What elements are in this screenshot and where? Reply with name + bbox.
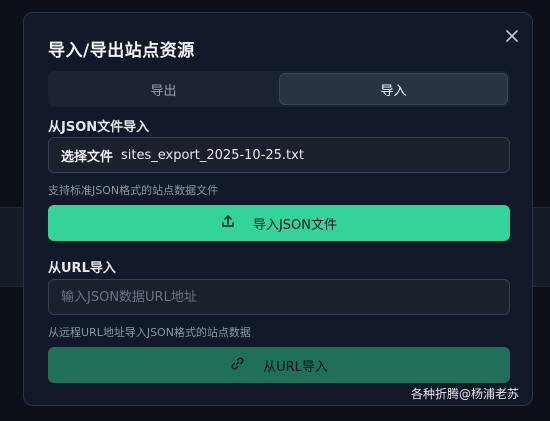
close-icon <box>506 27 518 46</box>
dialog-title: 导入/导出站点资源 <box>48 41 195 61</box>
import-url-label: 从URL导入 <box>263 359 328 375</box>
close-button[interactable] <box>502 26 522 46</box>
selected-file-name: sites_export_2025-10-25.txt <box>121 147 304 163</box>
import-json-label: 导入JSON文件 <box>252 217 338 233</box>
json-section-label: 从JSON文件导入 <box>48 120 150 135</box>
watermark: 各种折腾@杨浦老苏 <box>411 387 520 401</box>
tab-export[interactable]: 导出 <box>50 73 277 105</box>
link-icon <box>230 356 245 375</box>
choose-file-button[interactable]: 选择文件 <box>61 146 113 165</box>
url-section-label: 从URL导入 <box>48 261 116 276</box>
file-input[interactable]: 选择文件 sites_export_2025-10-25.txt <box>48 137 510 173</box>
tab-import[interactable]: 导入 <box>279 73 508 105</box>
import-export-dialog: 导入/导出站点资源 导出 导入 从JSON文件导入 选择文件 sites_exp… <box>23 12 533 406</box>
tab-bar: 导出 导入 <box>48 71 510 107</box>
url-input[interactable] <box>61 289 497 305</box>
import-url-button[interactable]: 从URL导入 <box>48 347 510 383</box>
import-json-button[interactable]: 导入JSON文件 <box>48 205 510 241</box>
url-field[interactable] <box>48 279 510 315</box>
json-hint: 支持标准JSON格式的站点数据文件 <box>48 184 219 197</box>
url-hint: 从远程URL地址导入JSON格式的站点数据 <box>48 326 251 339</box>
upload-icon <box>221 214 235 232</box>
